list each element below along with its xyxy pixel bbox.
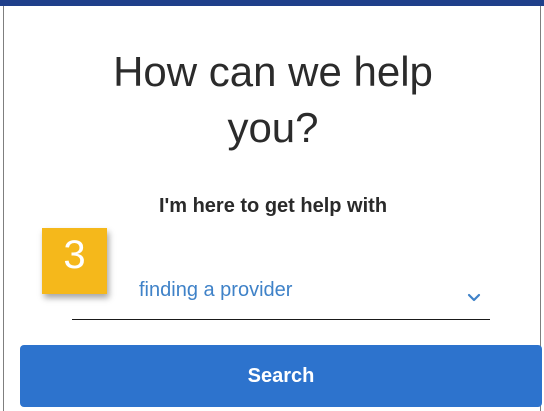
page-title-line-1: How can we help bbox=[113, 48, 433, 95]
page-title: How can we help you? bbox=[4, 44, 542, 156]
chevron-down-icon bbox=[467, 293, 481, 302]
search-button[interactable]: Search bbox=[20, 345, 542, 407]
help-topic-label: I'm here to get help with bbox=[158, 195, 388, 217]
help-topic-select[interactable]: finding a provider bbox=[72, 264, 490, 320]
help-topic-selected-value: finding a provider bbox=[139, 279, 293, 301]
help-panel: How can we help you? I'm here to get hel… bbox=[3, 6, 542, 411]
page-title-line-2: you? bbox=[227, 104, 319, 151]
